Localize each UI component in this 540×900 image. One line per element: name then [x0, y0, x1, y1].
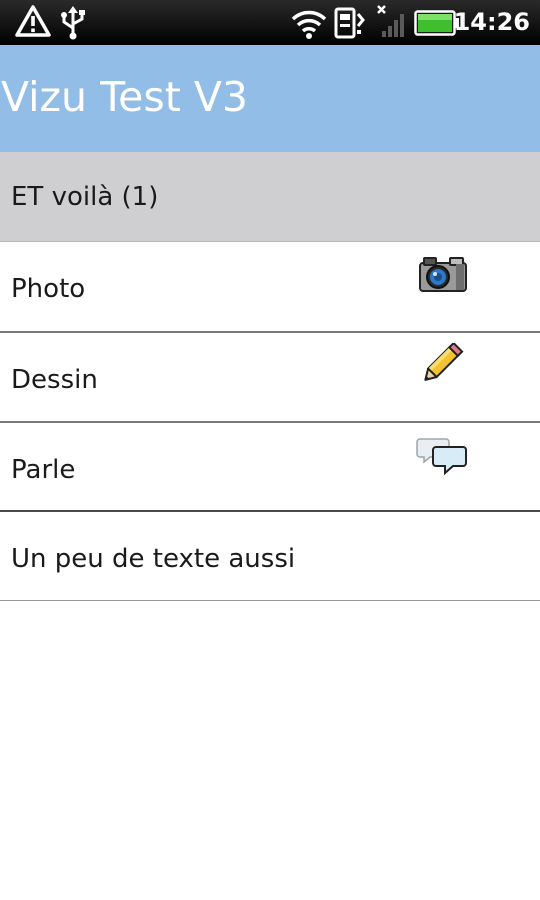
- list-item-text[interactable]: Un peu de texte aussi: [0, 512, 540, 602]
- sim-data-icon: [334, 7, 365, 39]
- list-item-dessin[interactable]: Dessin: [0, 333, 540, 423]
- list-item-photo[interactable]: Photo: [0, 242, 540, 332]
- list-item-label: Un peu de texte aussi: [11, 544, 296, 574]
- usb-icon: [61, 6, 85, 40]
- speech-bubbles-icon: [416, 438, 467, 476]
- phone-screen: 14:26 Vizu Test V3 ET voilà (1) Photo De…: [0, 0, 540, 900]
- section-header: ET voilà (1): [0, 152, 540, 242]
- section-header-label: ET voilà (1): [11, 182, 159, 212]
- title-bar: Vizu Test V3: [0, 45, 540, 152]
- alert-triangle-icon: [15, 5, 51, 37]
- wifi-icon: [291, 10, 327, 39]
- list-item-label: Parle: [11, 455, 76, 485]
- app-title: Vizu Test V3: [1, 73, 248, 121]
- pencil-icon: [424, 343, 464, 381]
- list-item-label: Dessin: [11, 365, 98, 395]
- status-time: 14:26: [453, 8, 530, 36]
- no-signal-icon: [377, 5, 404, 37]
- camera-icon: [419, 257, 467, 292]
- divider: [0, 600, 540, 601]
- list-item-label: Photo: [11, 274, 86, 304]
- list-item-parle[interactable]: Parle: [0, 423, 540, 513]
- status-bar: 14:26: [0, 0, 540, 45]
